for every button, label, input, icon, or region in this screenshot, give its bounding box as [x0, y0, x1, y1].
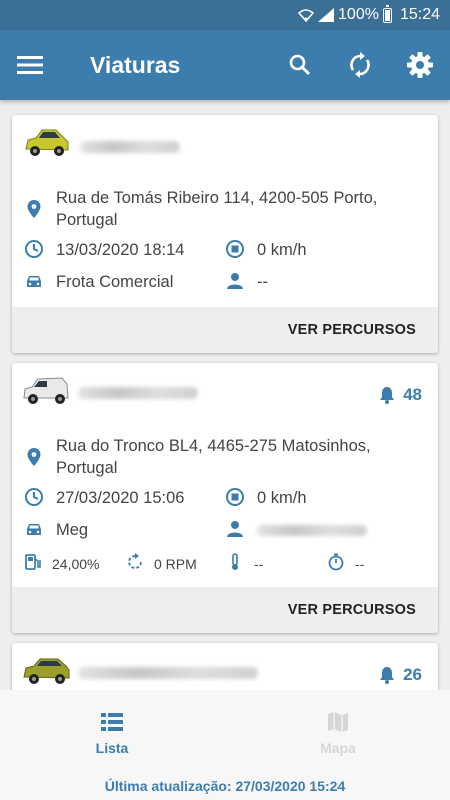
vehicle-address-row: Rua do Tronco BL4, 4465-275 Matosinhos, …	[24, 435, 414, 479]
location-pin-icon	[27, 448, 41, 466]
vehicle-datetime-row: 13/03/2020 18:14	[24, 239, 184, 261]
tab-list-label: Lista	[95, 740, 129, 756]
vehicle-speed-row: 0 km/h	[225, 239, 307, 261]
vehicle-driver: --	[257, 273, 268, 291]
clock: 15:24	[399, 6, 440, 23]
vehicle-datetime-row: 27/03/2020 15:06	[24, 487, 184, 509]
list-icon	[101, 713, 123, 731]
last-update-label: Última atualização:	[104, 778, 232, 794]
vehicle-datetime: 27/03/2020 15:06	[56, 489, 185, 507]
alerts-badge[interactable]: 26	[379, 665, 422, 685]
battery-percent: 100%	[338, 6, 379, 23]
search-icon	[289, 54, 311, 76]
person-icon	[227, 521, 243, 537]
alerts-count: 26	[403, 665, 422, 684]
menu-button[interactable]	[0, 30, 60, 100]
clock-icon	[25, 240, 43, 258]
vehicle-timer: --	[355, 556, 365, 572]
tab-map-label: Mapa	[320, 740, 356, 756]
map-icon	[328, 712, 348, 732]
vehicle-card-header: 26	[12, 643, 438, 690]
signal-icon	[318, 8, 335, 22]
vehicle-group-row: Frota Comercial	[24, 271, 173, 293]
alerts-badge[interactable]: 48	[379, 385, 422, 405]
vehicle-speed: 0 km/h	[257, 241, 307, 259]
vehicle-driver-row: --	[225, 271, 268, 293]
gear-icon	[407, 52, 433, 78]
location-pin-icon	[27, 200, 41, 218]
vehicle-fuel-row: 24,00%	[24, 553, 99, 575]
search-button[interactable]	[270, 30, 330, 100]
driver-name-blurred	[257, 525, 367, 536]
vehicle-card[interactable]: Rua de Tomás Ribeiro 114, 4200-505 Porto…	[12, 115, 438, 353]
bell-icon	[380, 667, 395, 684]
vehicle-card-header	[12, 115, 438, 177]
menu-icon	[17, 56, 43, 74]
page-title: Viaturas	[90, 51, 181, 78]
clock-icon	[25, 488, 43, 506]
vehicle-timer-row: --	[327, 553, 364, 575]
sync-icon	[350, 52, 370, 78]
vehicle-card[interactable]: 48 Rua do Tronco BL4, 4465-275 Matosinho…	[12, 363, 438, 633]
view-routes-button[interactable]: VER PERCURSOS	[288, 602, 416, 618]
vehicle-datetime: 13/03/2020 18:14	[56, 241, 185, 259]
vehicle-speed-row: 0 km/h	[225, 487, 307, 509]
vehicle-speed: 0 km/h	[257, 489, 307, 507]
person-icon	[227, 273, 243, 289]
vehicle-group: Frota Comercial	[56, 273, 174, 291]
view-routes-button[interactable]: VER PERCURSOS	[288, 322, 416, 338]
app-bar: Viaturas	[0, 30, 450, 100]
stop-circle-icon	[226, 488, 244, 506]
card-actions: VER PERCURSOS	[12, 307, 438, 353]
vehicle-plate-blurred	[78, 667, 258, 679]
car-image	[23, 658, 70, 684]
vehicle-driver-row	[225, 519, 367, 539]
bell-icon	[380, 387, 395, 404]
vehicle-rpm-row: 0 RPM	[126, 553, 197, 575]
thermometer-icon	[232, 553, 238, 570]
vehicle-address: Rua do Tronco BL4, 4465-275 Matosinhos, …	[56, 437, 371, 477]
vehicle-rpm: 0 RPM	[154, 556, 197, 572]
vehicle-address-row: Rua de Tomás Ribeiro 114, 4200-505 Porto…	[24, 187, 414, 231]
wifi-icon	[298, 9, 315, 22]
vehicle-temp-row: --	[226, 553, 263, 575]
refresh-button[interactable]	[330, 30, 390, 100]
fuel-pump-icon	[25, 554, 41, 570]
last-update: Última atualização: 27/03/2020 15:24	[0, 778, 450, 794]
alerts-count: 48	[403, 385, 422, 404]
settings-button[interactable]	[390, 30, 450, 100]
vehicle-card-header: 48	[12, 363, 438, 425]
bottom-navigation: Lista Mapa Última atualização: 27/03/202…	[0, 690, 450, 800]
stop-circle-icon	[226, 240, 244, 258]
vehicle-fuel: 24,00%	[52, 556, 100, 572]
car-icon	[27, 276, 41, 287]
vehicle-card[interactable]: 26	[12, 643, 438, 690]
card-actions: VER PERCURSOS	[12, 587, 438, 633]
rotation-icon	[128, 553, 142, 569]
vehicle-group-row: Meg	[24, 519, 88, 541]
car-image	[25, 129, 69, 156]
vehicle-plate-blurred	[78, 387, 198, 399]
car-icon	[27, 524, 41, 535]
tab-list[interactable]: Lista	[52, 710, 172, 756]
status-bar: 100% 15:24	[0, 0, 450, 30]
vehicle-address: Rua de Tomás Ribeiro 114, 4200-505 Porto…	[56, 189, 378, 229]
last-update-value: 27/03/2020 15:24	[235, 778, 346, 794]
vehicle-group: Meg	[56, 521, 89, 539]
battery-icon	[382, 4, 392, 23]
stopwatch-icon	[328, 553, 344, 571]
vehicle-list: Rua de Tomás Ribeiro 114, 4200-505 Porto…	[0, 100, 450, 690]
vehicle-plate-blurred	[80, 141, 180, 153]
vehicle-temperature: --	[254, 556, 264, 572]
van-image	[23, 377, 69, 404]
tab-map[interactable]: Mapa	[278, 710, 398, 756]
